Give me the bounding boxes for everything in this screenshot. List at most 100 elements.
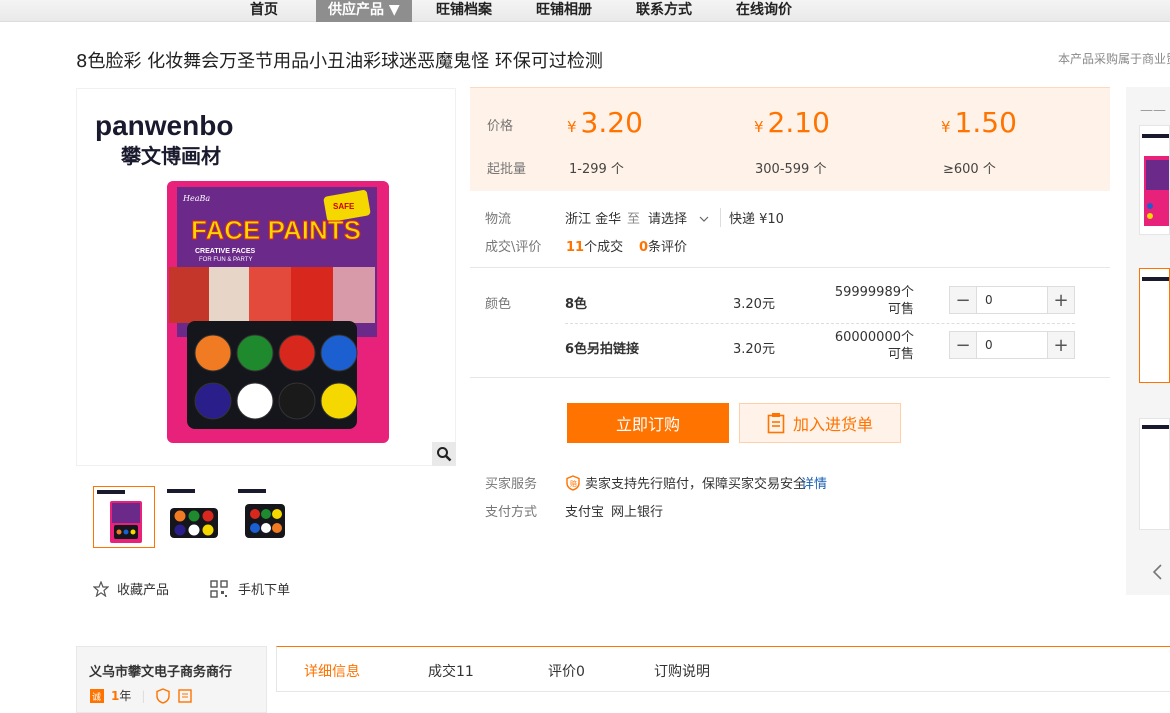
divider (470, 377, 1110, 378)
nav-inquiry[interactable]: 在线询价 (736, 0, 792, 22)
main-product-image[interactable]: panwenbo 攀文博画材 HeaBa SAFE FACE PAINTS CR… (76, 88, 456, 466)
variant-2-name: 6色另拍链接 (565, 342, 640, 357)
certificate-icon (178, 688, 193, 703)
image-brand: panwenbo (95, 110, 233, 141)
mobile-order-button[interactable]: 手机下单 (210, 579, 290, 598)
related-product-3-image (1142, 425, 1169, 429)
svg-text:赔: 赔 (570, 479, 577, 488)
paint-pot (194, 334, 232, 372)
product-title: 8色脸彩 化妆舞会万圣节用品小丑油彩球迷恶魔鬼怪 环保可过检测 (76, 51, 603, 72)
pack-brand: HeaBa (182, 194, 210, 203)
minus-button[interactable]: − (950, 332, 976, 358)
paint-pot (174, 524, 186, 536)
paint-pot (174, 510, 186, 522)
pay-netbank: 网上银行 (611, 505, 664, 520)
add-to-cart-label: 加入进货单 (792, 415, 873, 434)
quantity-input[interactable]: 0 (976, 332, 1048, 358)
image-brand-cn: 攀文博画材 (120, 144, 221, 168)
logistics-label: 物流 (485, 212, 512, 227)
zoom-icon (437, 447, 452, 462)
related-prev-button[interactable] (1150, 562, 1170, 584)
nav-contact[interactable]: 联系方式 (636, 0, 692, 22)
paint-pot (202, 524, 214, 536)
related-product-1[interactable] (1139, 125, 1170, 235)
face-photo-4 (291, 267, 333, 323)
logistics-to: 至 (627, 212, 641, 227)
chevron-left-icon (1152, 564, 1162, 580)
paint-pot (278, 334, 316, 372)
nav-home[interactable]: 首页 (250, 0, 278, 22)
shield-icon (156, 687, 171, 704)
tab-order-notes[interactable]: 订购说明 (654, 661, 710, 681)
variant-1-price: 3.20元 (733, 297, 775, 312)
face-photo-3 (249, 267, 291, 323)
tab-deals[interactable]: 成交11 (428, 661, 474, 681)
variant-divider (565, 323, 1075, 324)
shop-name[interactable]: 义乌市攀文电子商务商行 (89, 661, 232, 680)
deals-label: 成交\评价 (485, 240, 542, 255)
paint-pot (202, 510, 214, 522)
thumbnail-3-image (238, 489, 285, 538)
face-photo-2 (209, 267, 249, 323)
related-product-2[interactable] (1139, 268, 1170, 383)
price-tier-1: ¥3.20 (567, 106, 643, 139)
right-heading: —— 买 (1140, 103, 1170, 118)
variant-1-stock: 59999989个可售 (834, 285, 914, 317)
thumbnail-3[interactable] (235, 486, 297, 548)
star-icon (93, 580, 109, 597)
tab-details[interactable]: 详细信息 (304, 661, 360, 681)
nav-archive[interactable]: 旺铺档案 (436, 0, 492, 22)
paint-pot (188, 524, 200, 536)
pay-label: 支付方式 (485, 505, 538, 520)
qty-tier-3: ≥600 个 (943, 162, 996, 177)
buy-now-button[interactable]: 立即订购 (567, 403, 729, 443)
paint-pot (320, 334, 358, 372)
product-note: 本产品采购属于商业贸 (1058, 52, 1170, 66)
chevron-down-icon (699, 216, 709, 222)
quantity-input[interactable]: 0 (976, 287, 1048, 313)
add-to-cart-button[interactable]: 加入进货单 (739, 403, 901, 443)
service-info: 赔 卖家支持先行赔付，保障买家交易安全 (565, 473, 806, 492)
related-product-1-image (1142, 134, 1169, 226)
zoom-button[interactable] (432, 442, 456, 466)
nav-products[interactable]: 供应产品 ▼ (316, 0, 412, 22)
logistics-destination-select[interactable]: 请选择 (648, 208, 709, 227)
service-label: 买家服务 (485, 477, 538, 492)
shop-years: 1年 (111, 689, 132, 703)
plus-button[interactable]: + (1048, 332, 1074, 358)
mobile-order-label: 手机下单 (238, 583, 291, 598)
quantity-stepper-2: − 0 + (949, 331, 1075, 359)
favorite-label: 收藏产品 (117, 583, 170, 598)
qty-tier-1: 1-299 个 (569, 162, 624, 177)
service-detail-link[interactable]: 详情 (801, 473, 827, 492)
minus-button[interactable]: − (950, 287, 976, 313)
color-label: 颜色 (485, 297, 512, 312)
product-image: panwenbo 攀文博画材 HeaBa SAFE FACE PAINTS CR… (95, 110, 389, 443)
review-count[interactable]: 0条评价 (639, 236, 687, 255)
variant-2-price: 3.20元 (733, 342, 775, 357)
shield-icon: 赔 (566, 475, 580, 491)
related-product-3[interactable] (1139, 418, 1170, 530)
variant-1-name: 8色 (565, 297, 588, 312)
thumbnail-1[interactable] (93, 486, 155, 548)
paint-pot (278, 382, 316, 420)
favorite-button[interactable]: 收藏产品 (93, 579, 169, 598)
face-photo-5 (333, 267, 375, 323)
price-label: 价格 (487, 119, 514, 134)
express-fee: 快递 ¥10 (720, 208, 784, 227)
variant-2-stock: 60000000个可售 (834, 330, 914, 362)
nav-album[interactable]: 旺铺相册 (536, 0, 592, 22)
plus-button[interactable]: + (1048, 287, 1074, 313)
thumbnail-2[interactable] (164, 486, 226, 548)
paint-pot (320, 382, 358, 420)
quantity-stepper-1: − 0 + (949, 286, 1075, 314)
paint-pot (236, 382, 274, 420)
shop-info: 义乌市攀文电子商务商行 诚 1年 | (76, 646, 267, 713)
tab-reviews[interactable]: 评价0 (548, 661, 585, 681)
paint-pot (194, 382, 232, 420)
shop-badges: 诚 1年 | (89, 687, 193, 704)
qrcode-icon (210, 579, 228, 598)
deal-count[interactable]: 11个成交 (566, 236, 623, 255)
price-tier-3: ¥1.50 (941, 106, 1017, 139)
qty-tier-2: 300-599 个 (755, 162, 827, 177)
